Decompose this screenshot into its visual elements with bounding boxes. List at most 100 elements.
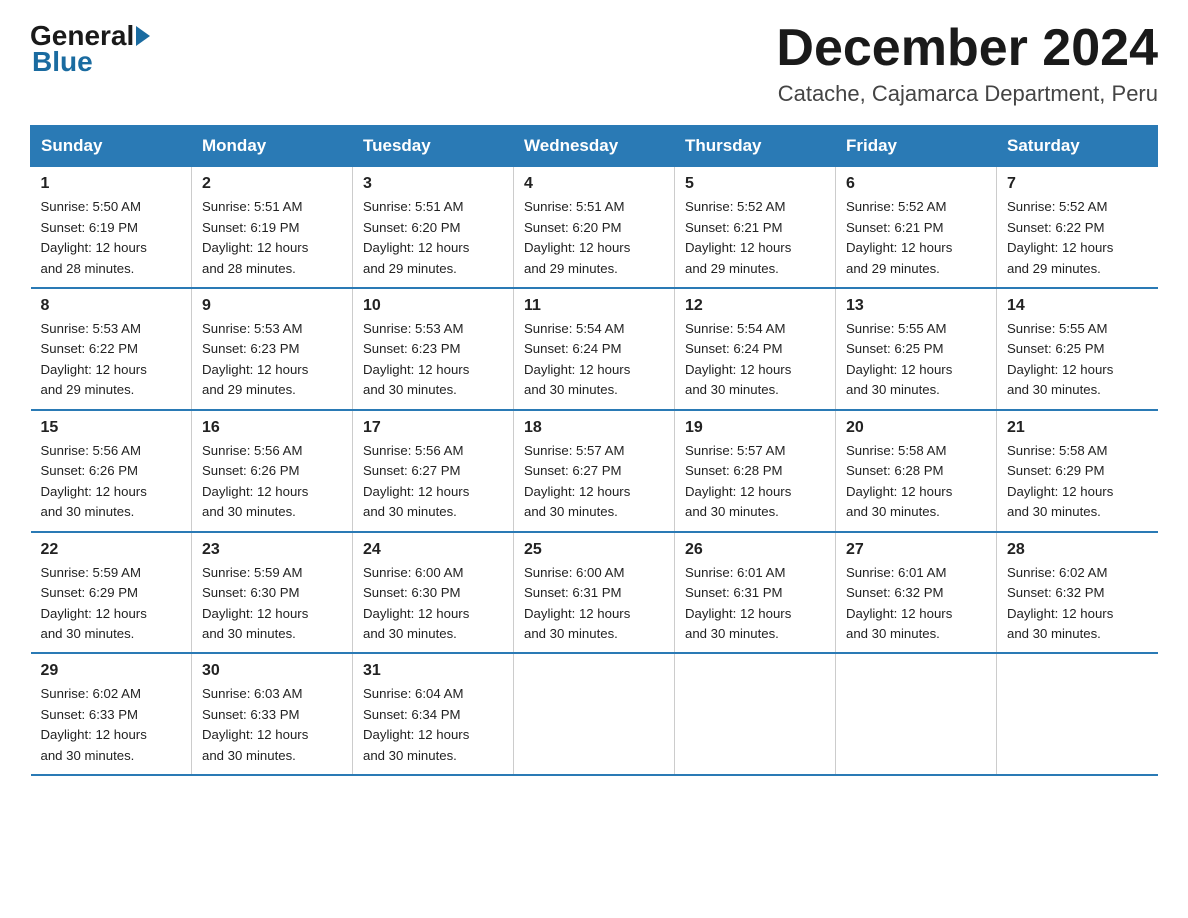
day-info: Sunrise: 5:58 AMSunset: 6:28 PMDaylight:… <box>846 441 986 523</box>
calendar-cell: 2 Sunrise: 5:51 AMSunset: 6:19 PMDaylight… <box>192 167 353 288</box>
page-subtitle: Catache, Cajamarca Department, Peru <box>776 81 1158 107</box>
calendar-cell: 3 Sunrise: 5:51 AMSunset: 6:20 PMDaylight… <box>353 167 514 288</box>
calendar-cell: 12 Sunrise: 5:54 AMSunset: 6:24 PMDayligh… <box>675 288 836 410</box>
day-number: 13 <box>846 297 986 315</box>
day-info: Sunrise: 5:53 AMSunset: 6:23 PMDaylight:… <box>202 319 342 401</box>
calendar-cell: 29 Sunrise: 6:02 AMSunset: 6:33 PMDayligh… <box>31 653 192 775</box>
day-info: Sunrise: 5:51 AMSunset: 6:20 PMDaylight:… <box>363 197 503 279</box>
day-number: 8 <box>41 297 182 315</box>
calendar-cell: 10 Sunrise: 5:53 AMSunset: 6:23 PMDayligh… <box>353 288 514 410</box>
day-number: 16 <box>202 419 342 437</box>
day-number: 28 <box>1007 541 1148 559</box>
col-tuesday: Tuesday <box>353 126 514 167</box>
day-number: 19 <box>685 419 825 437</box>
day-info: Sunrise: 5:53 AMSunset: 6:23 PMDaylight:… <box>363 319 503 401</box>
day-info: Sunrise: 6:02 AMSunset: 6:33 PMDaylight:… <box>41 684 182 766</box>
day-info: Sunrise: 5:55 AMSunset: 6:25 PMDaylight:… <box>1007 319 1148 401</box>
logo-arrow-icon <box>136 26 150 46</box>
calendar-cell: 11 Sunrise: 5:54 AMSunset: 6:24 PMDayligh… <box>514 288 675 410</box>
day-number: 4 <box>524 175 664 193</box>
calendar-cell: 6 Sunrise: 5:52 AMSunset: 6:21 PMDaylight… <box>836 167 997 288</box>
day-info: Sunrise: 6:01 AMSunset: 6:31 PMDaylight:… <box>685 563 825 645</box>
day-number: 25 <box>524 541 664 559</box>
day-info: Sunrise: 6:00 AMSunset: 6:31 PMDaylight:… <box>524 563 664 645</box>
day-info: Sunrise: 6:00 AMSunset: 6:30 PMDaylight:… <box>363 563 503 645</box>
calendar-cell: 16Sunrise: 5:56 AMSunset: 6:26 PMDayligh… <box>192 410 353 532</box>
day-number: 11 <box>524 297 664 315</box>
day-number: 23 <box>202 541 342 559</box>
calendar-cell: 24 Sunrise: 6:00 AMSunset: 6:30 PMDayligh… <box>353 532 514 654</box>
calendar-cell: 23 Sunrise: 5:59 AMSunset: 6:30 PMDayligh… <box>192 532 353 654</box>
calendar-cell: 9 Sunrise: 5:53 AMSunset: 6:23 PMDaylight… <box>192 288 353 410</box>
header-row: Sunday Monday Tuesday Wednesday Thursday… <box>31 126 1158 167</box>
calendar-cell: 17 Sunrise: 5:56 AMSunset: 6:27 PMDayligh… <box>353 410 514 532</box>
calendar-cell: 1Sunrise: 5:50 AMSunset: 6:19 PMDaylight… <box>31 167 192 288</box>
calendar-table: Sunday Monday Tuesday Wednesday Thursday… <box>30 125 1158 776</box>
calendar-cell: 31 Sunrise: 6:04 AMSunset: 6:34 PMDayligh… <box>353 653 514 775</box>
calendar-week-row: 1Sunrise: 5:50 AMSunset: 6:19 PMDaylight… <box>31 167 1158 288</box>
calendar-cell: 20 Sunrise: 5:58 AMSunset: 6:28 PMDayligh… <box>836 410 997 532</box>
day-number: 29 <box>41 662 182 680</box>
day-number: 12 <box>685 297 825 315</box>
day-number: 6 <box>846 175 986 193</box>
day-info: Sunrise: 5:52 AMSunset: 6:21 PMDaylight:… <box>846 197 986 279</box>
day-info: Sunrise: 5:54 AMSunset: 6:24 PMDaylight:… <box>685 319 825 401</box>
calendar-week-row: 8Sunrise: 5:53 AMSunset: 6:22 PMDaylight… <box>31 288 1158 410</box>
day-number: 17 <box>363 419 503 437</box>
day-number: 20 <box>846 419 986 437</box>
day-number: 7 <box>1007 175 1148 193</box>
day-info: Sunrise: 5:51 AMSunset: 6:20 PMDaylight:… <box>524 197 664 279</box>
day-number: 22 <box>41 541 182 559</box>
calendar-cell: 14 Sunrise: 5:55 AMSunset: 6:25 PMDayligh… <box>997 288 1158 410</box>
day-info: Sunrise: 5:59 AMSunset: 6:30 PMDaylight:… <box>202 563 342 645</box>
day-number: 30 <box>202 662 342 680</box>
day-number: 27 <box>846 541 986 559</box>
day-info: Sunrise: 5:56 AMSunset: 6:27 PMDaylight:… <box>363 441 503 523</box>
day-number: 9 <box>202 297 342 315</box>
col-sunday: Sunday <box>31 126 192 167</box>
day-info: Sunrise: 5:59 AMSunset: 6:29 PMDaylight:… <box>41 563 182 645</box>
day-number: 26 <box>685 541 825 559</box>
col-friday: Friday <box>836 126 997 167</box>
calendar-cell: 15Sunrise: 5:56 AMSunset: 6:26 PMDayligh… <box>31 410 192 532</box>
day-info: Sunrise: 5:50 AMSunset: 6:19 PMDaylight:… <box>41 197 182 279</box>
calendar-cell: 30Sunrise: 6:03 AMSunset: 6:33 PMDayligh… <box>192 653 353 775</box>
calendar-cell: 7Sunrise: 5:52 AMSunset: 6:22 PMDaylight… <box>997 167 1158 288</box>
col-wednesday: Wednesday <box>514 126 675 167</box>
calendar-cell: 25 Sunrise: 6:00 AMSunset: 6:31 PMDayligh… <box>514 532 675 654</box>
day-info: Sunrise: 6:02 AMSunset: 6:32 PMDaylight:… <box>1007 563 1148 645</box>
day-number: 14 <box>1007 297 1148 315</box>
day-number: 2 <box>202 175 342 193</box>
logo: General Blue <box>30 20 152 78</box>
day-info: Sunrise: 5:54 AMSunset: 6:24 PMDaylight:… <box>524 319 664 401</box>
page-header: General Blue December 2024 Catache, Caja… <box>30 20 1158 107</box>
calendar-cell: 27 Sunrise: 6:01 AMSunset: 6:32 PMDayligh… <box>836 532 997 654</box>
day-number: 21 <box>1007 419 1148 437</box>
title-block: December 2024 Catache, Cajamarca Departm… <box>776 20 1158 107</box>
day-info: Sunrise: 5:51 AMSunset: 6:19 PMDaylight:… <box>202 197 342 279</box>
day-info: Sunrise: 6:01 AMSunset: 6:32 PMDaylight:… <box>846 563 986 645</box>
day-number: 31 <box>363 662 503 680</box>
col-monday: Monday <box>192 126 353 167</box>
calendar-cell: 18Sunrise: 5:57 AMSunset: 6:27 PMDayligh… <box>514 410 675 532</box>
day-info: Sunrise: 5:56 AMSunset: 6:26 PMDaylight:… <box>41 441 182 523</box>
day-number: 24 <box>363 541 503 559</box>
calendar-week-row: 22 Sunrise: 5:59 AMSunset: 6:29 PMDayligh… <box>31 532 1158 654</box>
calendar-cell <box>997 653 1158 775</box>
calendar-cell: 4 Sunrise: 5:51 AMSunset: 6:20 PMDaylight… <box>514 167 675 288</box>
calendar-week-row: 29 Sunrise: 6:02 AMSunset: 6:33 PMDayligh… <box>31 653 1158 775</box>
calendar-cell: 28 Sunrise: 6:02 AMSunset: 6:32 PMDayligh… <box>997 532 1158 654</box>
day-info: Sunrise: 6:04 AMSunset: 6:34 PMDaylight:… <box>363 684 503 766</box>
calendar-cell <box>675 653 836 775</box>
page-title: December 2024 <box>776 20 1158 77</box>
calendar-cell: 26 Sunrise: 6:01 AMSunset: 6:31 PMDayligh… <box>675 532 836 654</box>
day-number: 3 <box>363 175 503 193</box>
calendar-header: Sunday Monday Tuesday Wednesday Thursday… <box>31 126 1158 167</box>
logo-blue-text: Blue <box>30 46 93 78</box>
calendar-cell <box>836 653 997 775</box>
day-number: 10 <box>363 297 503 315</box>
day-number: 18 <box>524 419 664 437</box>
calendar-cell: 8Sunrise: 5:53 AMSunset: 6:22 PMDaylight… <box>31 288 192 410</box>
calendar-cell <box>514 653 675 775</box>
col-saturday: Saturday <box>997 126 1158 167</box>
